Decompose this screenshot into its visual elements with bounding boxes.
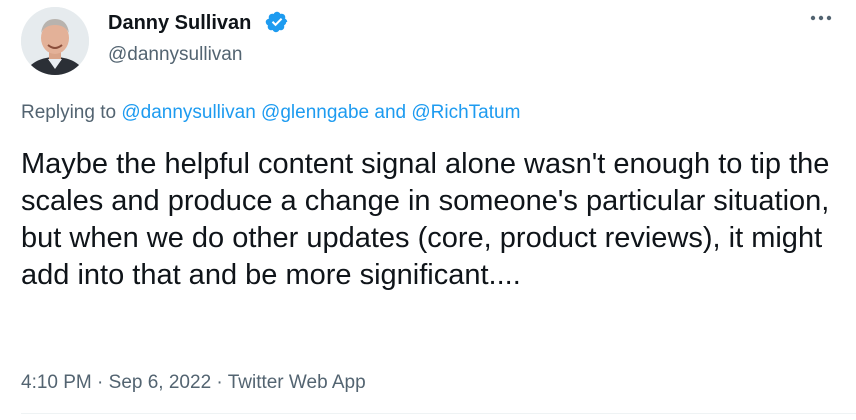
author-name[interactable]: Danny Sullivan <box>108 10 251 36</box>
mention-and: and <box>374 102 407 123</box>
divider <box>21 413 856 414</box>
tweet-source[interactable]: Twitter Web App <box>228 372 366 393</box>
tweet-date[interactable]: Sep 6, 2022 <box>109 372 211 393</box>
tweet-text: Maybe the helpful content signal alone w… <box>21 148 830 291</box>
replying-to: Replying to @dannysullivan @glenngabe an… <box>21 100 520 126</box>
avatar[interactable] <box>21 7 89 75</box>
tweet-meta: 4:10 PM · Sep 6, 2022 · Twitter Web App <box>21 370 366 396</box>
verified-badge-icon <box>265 11 288 33</box>
avatar-photo <box>21 7 89 75</box>
more-options-icon[interactable] <box>805 8 837 28</box>
author-handle[interactable]: @dannysullivan <box>108 43 242 67</box>
replying-to-label: Replying to <box>21 102 117 123</box>
meta-separator: · <box>216 372 223 393</box>
mention-link-glenngabe[interactable]: @glenngabe <box>261 102 369 123</box>
tweet-time[interactable]: 4:10 PM <box>21 372 92 393</box>
meta-separator: · <box>97 372 104 393</box>
mention-link-dannysullivan[interactable]: @dannysullivan <box>121 102 255 123</box>
mention-link-richtatum[interactable]: @RichTatum <box>411 102 520 123</box>
